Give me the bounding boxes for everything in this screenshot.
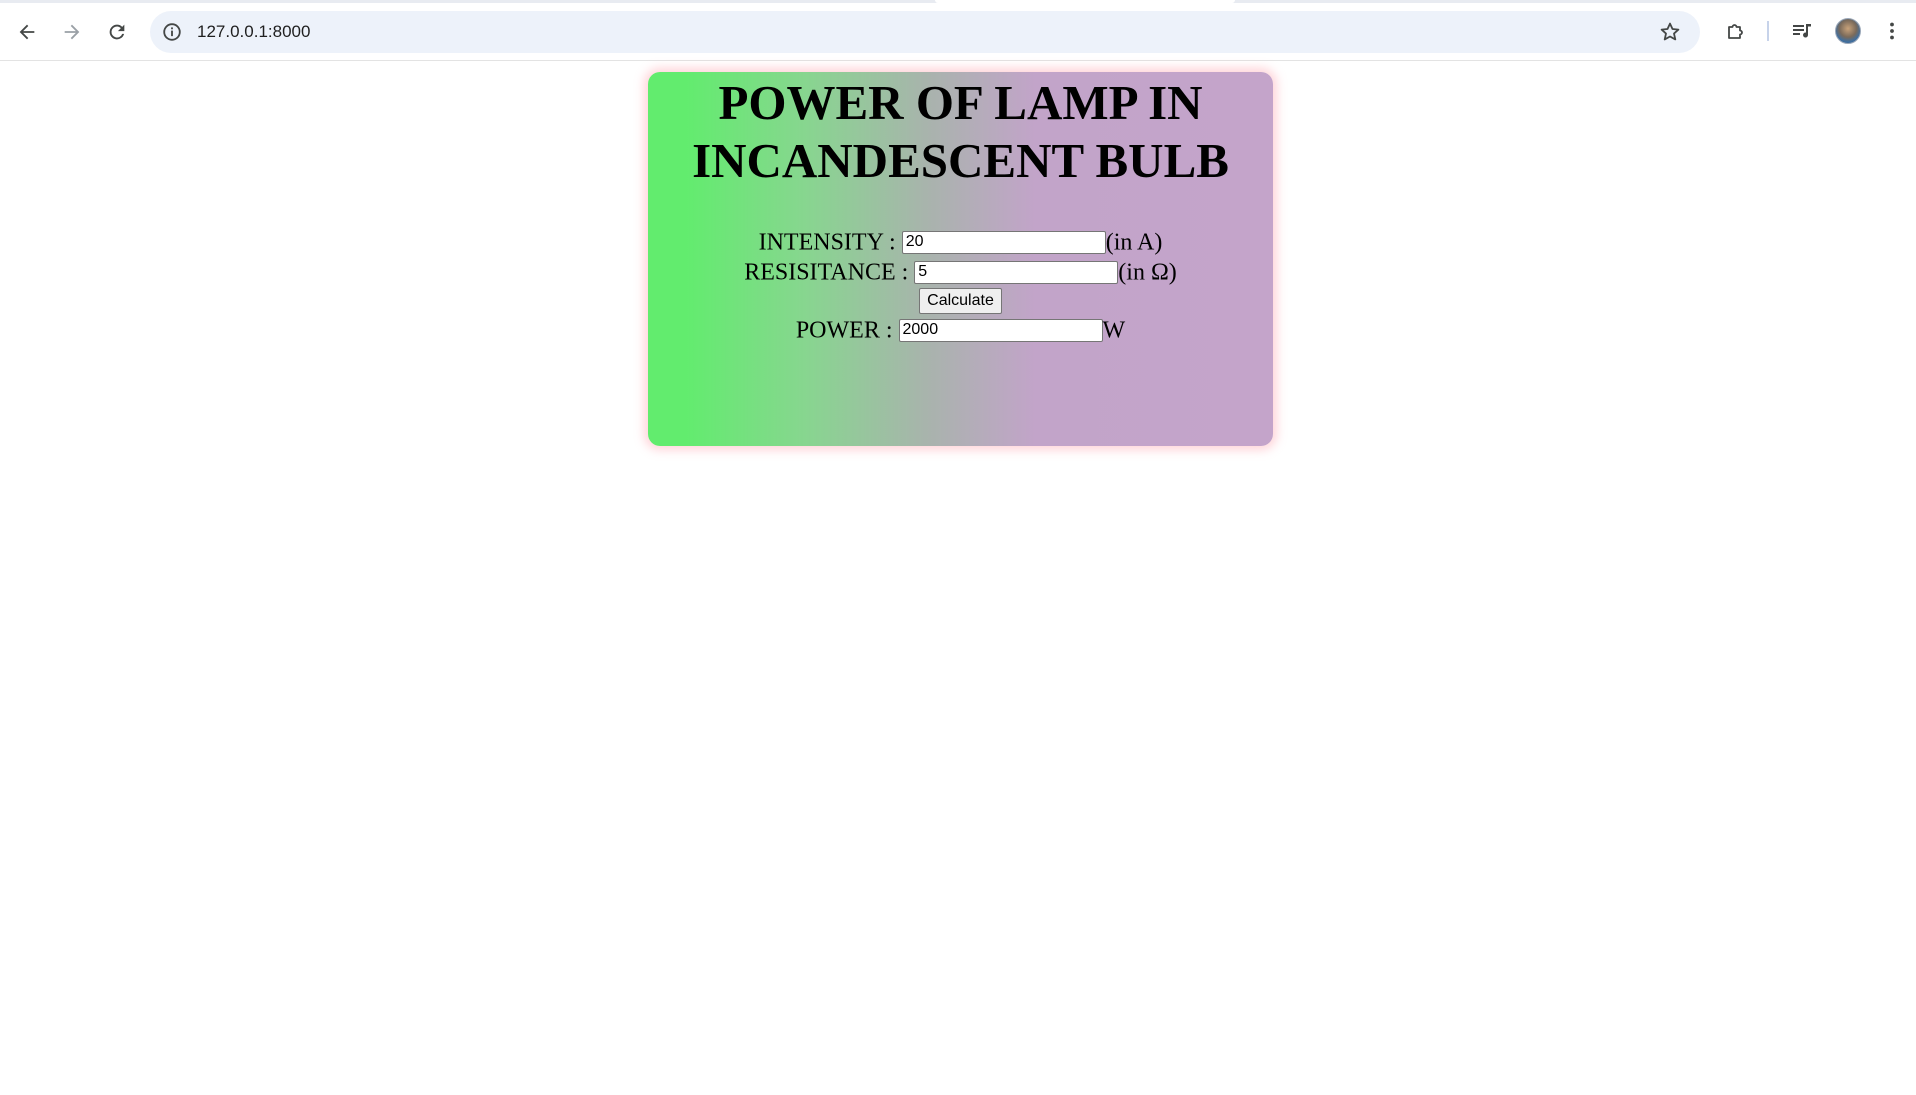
calculate-row: Calculate <box>648 286 1273 315</box>
active-tab-edge <box>935 0 1235 3</box>
title-line-2: INCANDESCENT BULB <box>692 133 1229 188</box>
power-row: POWER : W <box>648 314 1273 344</box>
info-icon[interactable] <box>161 21 183 43</box>
calculator-card: POWER OF LAMP IN INCANDESCENT BULB INTEN… <box>648 72 1273 446</box>
resistance-unit: (in Ω) <box>1118 259 1177 286</box>
arrow-left-icon <box>16 21 38 43</box>
arrow-right-icon <box>61 21 83 43</box>
power-output[interactable] <box>898 318 1103 342</box>
address-bar[interactable]: 127.0.0.1:8000 <box>150 11 1700 53</box>
kebab-menu-icon[interactable] <box>1878 17 1906 45</box>
power-label: POWER : <box>795 317 893 344</box>
intensity-row: INTENSITY : (in A) <box>648 226 1273 256</box>
reload-icon <box>106 21 128 43</box>
reload-button[interactable] <box>99 14 135 50</box>
toolbar-divider <box>1767 21 1769 41</box>
back-button[interactable] <box>9 14 45 50</box>
resistance-row: RESISITANCE : (in Ω) <box>648 256 1273 286</box>
power-form: INTENSITY : (in A) RESISITANCE : (in Ω) … <box>648 226 1273 344</box>
intensity-input[interactable] <box>901 230 1106 254</box>
title-line-1: POWER OF LAMP IN <box>718 75 1203 130</box>
avatar[interactable] <box>1835 18 1861 44</box>
star-icon[interactable] <box>1658 20 1682 44</box>
url-text[interactable]: 127.0.0.1:8000 <box>197 21 310 43</box>
resistance-label: RESISITANCE : <box>744 259 909 286</box>
resistance-input[interactable] <box>914 260 1119 284</box>
page-title: POWER OF LAMP IN INCANDESCENT BULB <box>648 72 1273 190</box>
power-unit: W <box>1102 317 1126 344</box>
forward-button[interactable] <box>54 14 90 50</box>
media-controls-icon[interactable] <box>1788 17 1816 45</box>
intensity-label: INTENSITY : <box>758 229 896 256</box>
intensity-unit: (in A) <box>1105 229 1163 256</box>
browser-toolbar: 127.0.0.1:8000 <box>0 0 1916 61</box>
calculate-button[interactable]: Calculate <box>919 288 1002 315</box>
puzzle-icon[interactable] <box>1722 17 1750 45</box>
